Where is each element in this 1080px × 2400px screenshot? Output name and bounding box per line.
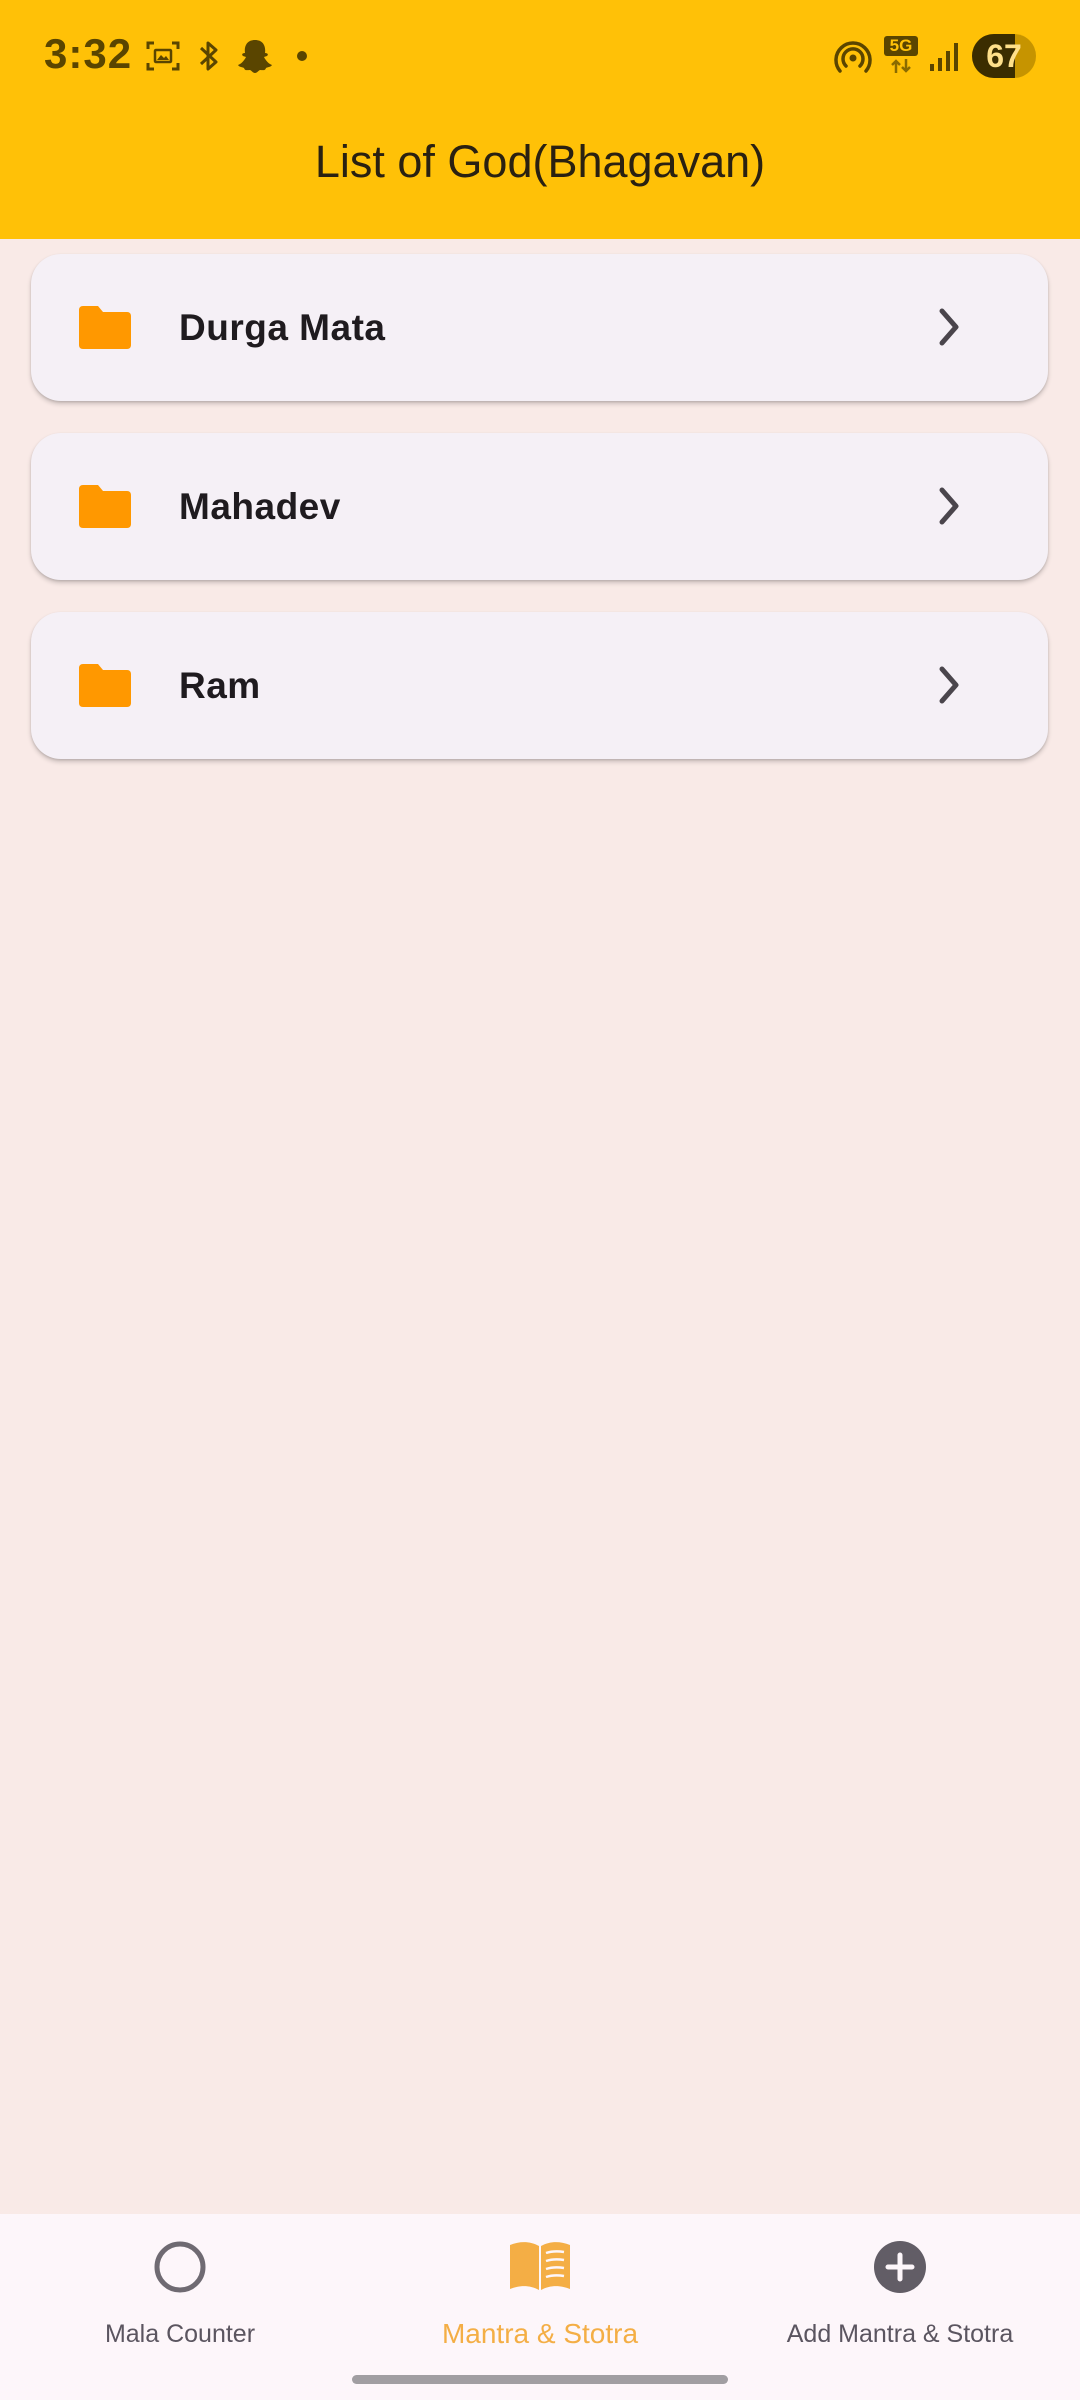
signal-icon (930, 43, 958, 71)
folder-icon (79, 306, 131, 349)
status-time: 3:32 (44, 30, 133, 77)
circle-icon (154, 2241, 206, 2293)
screenshot-icon (146, 41, 180, 71)
bottom-nav: Mala Counter Mantra & Stotra Add Mantra … (0, 2214, 1080, 2400)
status-bar: 3:32 5G 67 (0, 0, 1080, 112)
dot-icon (297, 51, 307, 61)
hotspot-icon (834, 41, 872, 73)
list-item-mahadev[interactable]: Mahadev (31, 433, 1048, 580)
folder-icon (79, 664, 131, 707)
list-item-label: Durga Mata (179, 307, 386, 348)
app-bar: 3:32 5G 67 List of God(Bhagavan) (0, 0, 1080, 239)
nav-item-add-mantra-stotra[interactable]: Add Mantra & Stotra (720, 2214, 1080, 2400)
nav-label-add-mantra-stotra: Add Mantra & Stotra (786, 2320, 1014, 2348)
list-item-label: Ram (179, 665, 261, 706)
battery-level: 67 (986, 38, 1022, 74)
snapchat-icon (238, 40, 272, 73)
folder-icon (79, 485, 131, 528)
network-5g-icon: 5G (884, 36, 918, 76)
nav-item-mantra-stotra[interactable]: Mantra & Stotra (360, 2214, 720, 2400)
home-indicator[interactable] (352, 2375, 728, 2384)
battery-icon: 67 (972, 34, 1036, 78)
list-item-label: Mahadev (179, 486, 341, 527)
nav-label-mantra-stotra: Mantra & Stotra (441, 2318, 639, 2349)
book-icon (510, 2242, 570, 2290)
chevron-right-icon (939, 308, 959, 346)
nav-item-mala-counter[interactable]: Mala Counter (0, 2214, 360, 2400)
nav-label-mala-counter: Mala Counter (104, 2320, 256, 2348)
bluetooth-icon (199, 41, 218, 71)
chevron-right-icon (939, 487, 959, 525)
add-circle-icon (874, 2241, 926, 2293)
list-item-ram[interactable]: Ram (31, 612, 1048, 759)
network-5g-label: 5G (884, 36, 918, 56)
chevron-right-icon (939, 666, 959, 704)
list-item-durga-mata[interactable]: Durga Mata (31, 254, 1048, 401)
page-title: List of God(Bhagavan) (314, 136, 766, 187)
